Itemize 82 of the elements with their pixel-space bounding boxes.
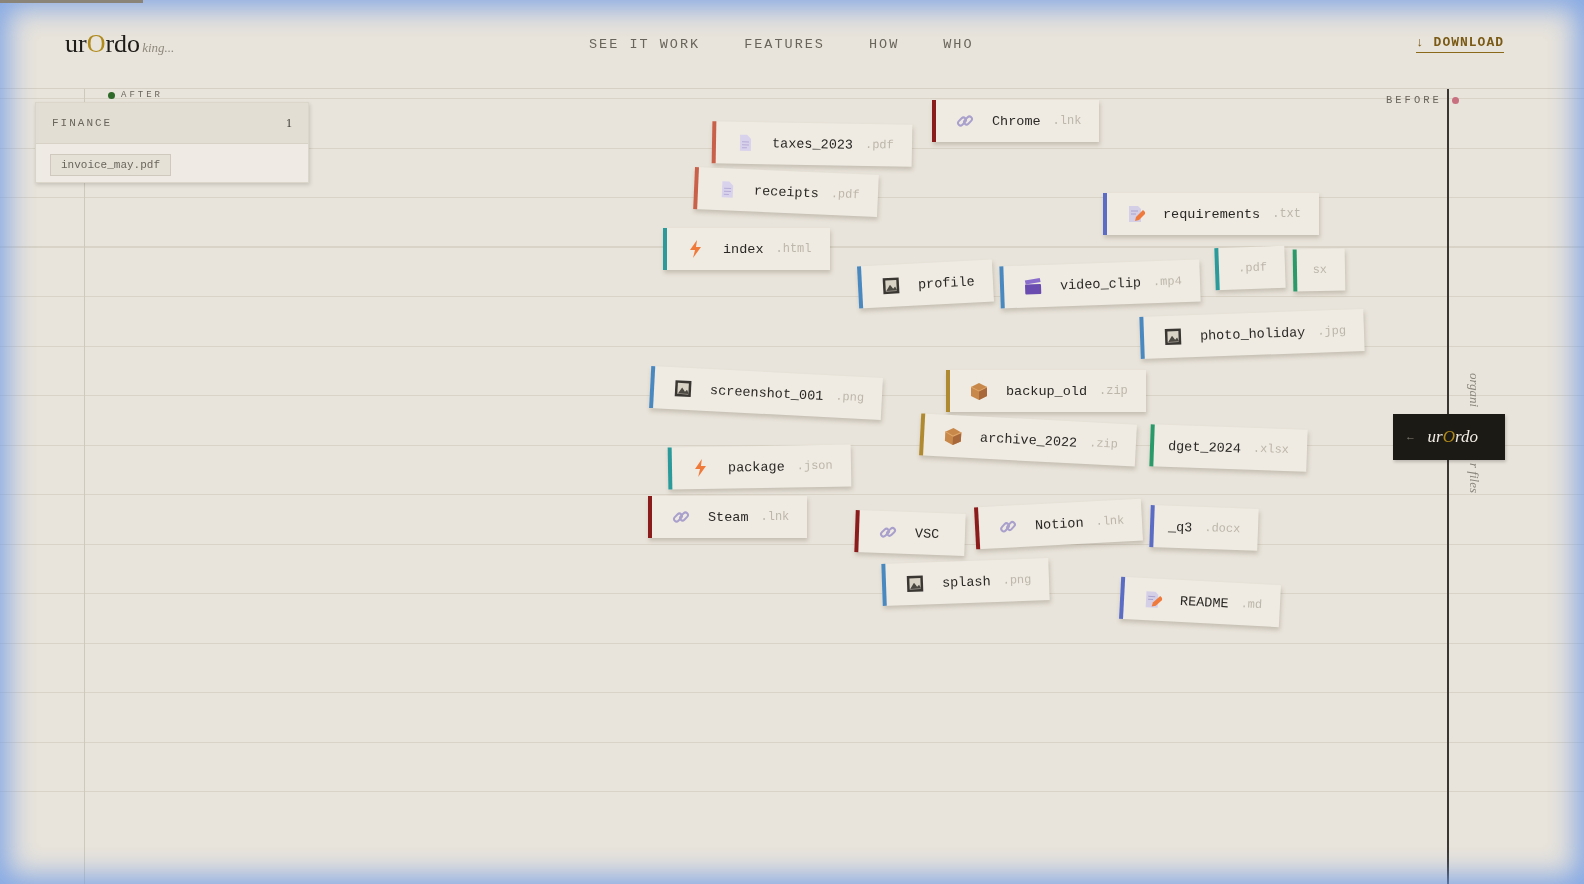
- clapperboard-icon: [1023, 277, 1043, 296]
- file-card[interactable]: VSC: [854, 510, 966, 556]
- file-card[interactable]: Steam .lnk: [648, 496, 808, 538]
- file-name: backup_old: [1006, 383, 1087, 399]
- package-icon: [943, 426, 963, 446]
- file-extension: .pdf: [864, 137, 894, 153]
- package-icon: [970, 382, 988, 400]
- after-label: AFTER: [121, 90, 163, 100]
- framed-picture-icon: [905, 574, 925, 594]
- file-name: archive_2022: [979, 430, 1078, 451]
- file-name: Chrome: [992, 113, 1041, 129]
- file-name: Steam: [708, 509, 749, 525]
- file-extension: .zip: [1088, 436, 1119, 452]
- file-card[interactable]: package .json: [667, 444, 852, 490]
- file-name: index: [723, 241, 764, 257]
- brand-tag[interactable]: ← urOrdo: [1393, 414, 1505, 460]
- file-name: receipts: [753, 183, 820, 201]
- file-card[interactable]: receipts .pdf: [693, 167, 879, 217]
- file-card[interactable]: _q3 .docx: [1149, 505, 1260, 551]
- file-name: README: [1179, 593, 1229, 611]
- file-extension: sx: [1312, 262, 1328, 278]
- file-card[interactable]: profile: [857, 259, 994, 309]
- chain-link-icon: [956, 112, 974, 130]
- folder-title: FINANCE: [52, 117, 113, 129]
- file-extension: .json: [796, 458, 833, 474]
- file-card[interactable]: Notion .lnk: [974, 498, 1144, 550]
- file-card[interactable]: photo_holiday .jpg: [1139, 309, 1365, 359]
- file-extension: .md: [1240, 597, 1263, 613]
- file-extension: .zip: [1099, 384, 1128, 398]
- file-card[interactable]: splash .png: [881, 558, 1051, 606]
- file-name: video_clip: [1059, 275, 1142, 293]
- faded-caption: king...: [142, 40, 175, 56]
- before-label: BEFORE: [1386, 94, 1442, 106]
- file-name: dget_2024: [1167, 438, 1242, 456]
- file-extension: .txt: [1272, 207, 1302, 221]
- file-chip[interactable]: invoice_may.pdf: [50, 154, 172, 176]
- file-card[interactable]: archive_2022 .zip: [919, 413, 1137, 467]
- framed-picture-icon: [1163, 327, 1183, 347]
- file-name: Notion: [1034, 515, 1084, 533]
- file-name: _q3: [1167, 519, 1193, 536]
- file-extension: .jpg: [1317, 323, 1347, 339]
- file-card[interactable]: screenshot_001 .png: [649, 365, 884, 421]
- nav-link[interactable]: WHO: [943, 36, 974, 52]
- file-name: VSC: [914, 525, 940, 542]
- file-name: taxes_2023: [771, 135, 854, 153]
- file-name: screenshot_001: [709, 382, 824, 404]
- file-card[interactable]: requirements .txt: [1103, 193, 1320, 235]
- file-name: requirements: [1163, 206, 1261, 222]
- vertical-caption: r files: [1466, 463, 1482, 493]
- file-extension: .lnk: [1052, 114, 1082, 128]
- file-extension: .mp4: [1152, 274, 1182, 290]
- framed-picture-icon: [673, 379, 693, 399]
- file-extension: .png: [834, 389, 865, 406]
- file-name: splash: [941, 573, 991, 591]
- nav-link[interactable]: SEE IT WORK: [589, 36, 701, 52]
- memo-icon: [1127, 205, 1145, 223]
- file-extension: .html: [775, 242, 812, 256]
- file-name: package: [727, 459, 785, 476]
- back-arrow-icon: ←: [1407, 431, 1414, 443]
- file-name: profile: [917, 273, 976, 292]
- file-name: photo_holiday: [1199, 324, 1306, 344]
- chain-link-icon: [672, 508, 690, 526]
- file-extension: .pdf: [830, 186, 860, 203]
- logo[interactable]: urOrdo: [65, 29, 141, 59]
- file-extension: .png: [1002, 572, 1032, 588]
- memo-icon: [1143, 590, 1163, 609]
- file-card[interactable]: taxes_2023 .pdf: [711, 121, 913, 167]
- file-card[interactable]: backup_old .zip: [946, 370, 1146, 412]
- file-extension: .lnk: [1095, 513, 1125, 530]
- file-extension: .docx: [1204, 521, 1241, 537]
- file-card[interactable]: Chrome .lnk: [932, 100, 1100, 142]
- file-card[interactable]: index .html: [663, 228, 830, 270]
- download-link[interactable]: ↓ DOWNLOAD: [1416, 35, 1504, 53]
- vertical-caption: organi: [1466, 373, 1482, 408]
- framed-picture-icon: [881, 276, 901, 296]
- nav-link[interactable]: FEATURES: [744, 36, 825, 52]
- file-card[interactable]: video_clip .mp4: [999, 259, 1201, 309]
- tag-logo: urOrdo: [1427, 427, 1478, 447]
- nav-link[interactable]: HOW: [868, 36, 900, 52]
- file-card[interactable]: README .md: [1119, 576, 1282, 628]
- file-count: 1: [286, 115, 292, 131]
- file-extension: .lnk: [760, 510, 790, 524]
